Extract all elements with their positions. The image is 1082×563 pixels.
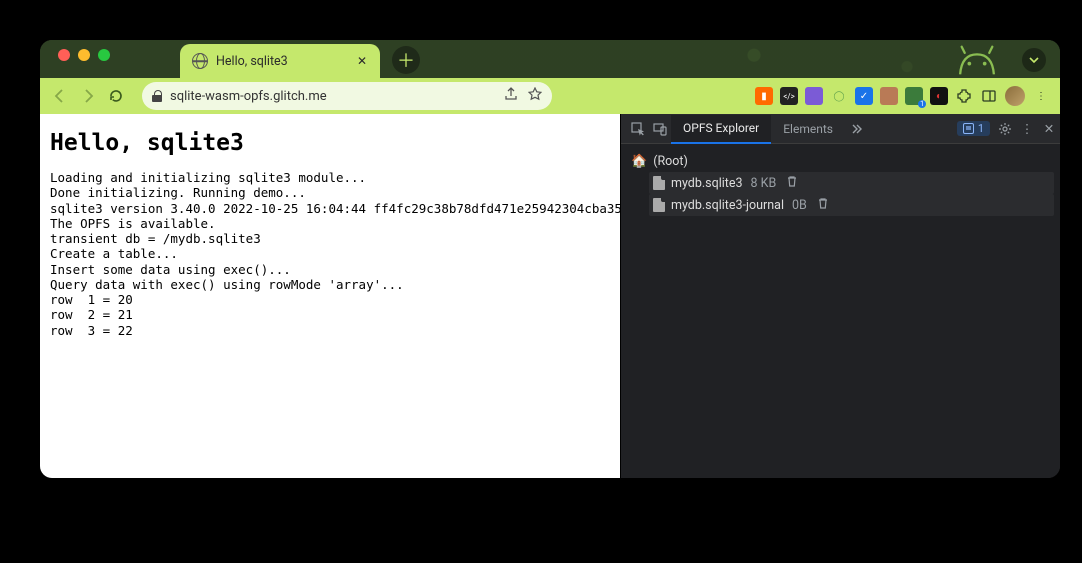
side-panel-icon[interactable] xyxy=(980,87,998,105)
delete-file-icon[interactable] xyxy=(817,197,829,213)
opfs-tree: 🏠 (Root) mydb.sqlite3 8 KB mydb.sqlite3-jo… xyxy=(621,144,1060,222)
console-line: Insert some data using exec()... xyxy=(50,262,610,277)
tree-root[interactable]: 🏠 (Root) xyxy=(627,150,1054,172)
file-icon xyxy=(653,198,665,212)
extension-icon[interactable] xyxy=(880,87,898,105)
extension-icon[interactable]: ▮ xyxy=(755,87,773,105)
close-devtools-icon[interactable]: ✕ xyxy=(1038,118,1060,140)
tab-close-button[interactable]: ✕ xyxy=(354,53,370,69)
maximize-window-button[interactable] xyxy=(98,49,110,61)
reload-button[interactable] xyxy=(106,86,126,106)
extension-icon[interactable]: ◯ xyxy=(830,87,848,105)
badge-count: 1 xyxy=(978,122,984,135)
tab-strip: Hello, sqlite3 ✕ ＋ xyxy=(40,40,1060,78)
kebab-menu-icon[interactable]: ⋮ xyxy=(1016,118,1038,140)
devtools-tab-elements[interactable]: Elements xyxy=(771,114,845,143)
console-line: Create a table... xyxy=(50,246,610,261)
content-row: Hello, sqlite3 Loading and initializing … xyxy=(40,114,1060,478)
browser-tab[interactable]: Hello, sqlite3 ✕ xyxy=(180,44,380,78)
more-tabs-icon[interactable] xyxy=(845,118,867,140)
profile-avatar[interactable] xyxy=(1005,86,1025,106)
file-size: 8 KB xyxy=(751,176,777,191)
console-line: row 3 = 22 xyxy=(50,323,610,338)
devtools-tab-label: Elements xyxy=(783,122,833,136)
console-line: transient db = /mydb.sqlite3 xyxy=(50,231,610,246)
tab-overflow-button[interactable] xyxy=(1022,48,1046,72)
minimize-window-button[interactable] xyxy=(78,49,90,61)
extensions-row: ▮ </> ◯ ✓ 1 ◐ ⋮ xyxy=(755,86,1050,106)
devtools-tab-opfs[interactable]: OPFS Explorer xyxy=(671,115,771,144)
kebab-menu-icon[interactable]: ⋮ xyxy=(1032,87,1050,105)
console-line: Done initializing. Running demo... xyxy=(50,185,610,200)
android-icon xyxy=(954,42,1000,76)
console-line: Query data with exec() using rowMode 'ar… xyxy=(50,277,610,292)
file-size: 0B xyxy=(792,198,807,213)
file-name: mydb.sqlite3 xyxy=(671,176,743,191)
address-bar[interactable]: sqlite-wasm-opfs.glitch.me xyxy=(142,82,552,110)
extension-icon[interactable] xyxy=(805,87,823,105)
devtools-tab-bar: OPFS Explorer Elements 1 ⋮ ✕ xyxy=(621,114,1060,144)
console-line: row 1 = 20 xyxy=(50,292,610,307)
toolbar: sqlite-wasm-opfs.glitch.me ▮ </> ◯ ✓ 1 ◐ xyxy=(40,78,1060,114)
console-line: row 2 = 21 xyxy=(50,307,610,322)
tree-file-row[interactable]: mydb.sqlite3 8 KB xyxy=(649,172,1054,194)
console-line: Loading and initializing sqlite3 module.… xyxy=(50,170,610,185)
file-icon xyxy=(653,176,665,190)
window-controls xyxy=(58,40,110,78)
globe-icon xyxy=(192,53,208,69)
devtools-tab-label: OPFS Explorer xyxy=(683,121,759,135)
extensions-menu-icon[interactable] xyxy=(955,87,973,105)
lock-icon xyxy=(152,90,162,102)
inspect-element-icon[interactable] xyxy=(627,118,649,140)
back-button[interactable] xyxy=(50,86,70,106)
forward-button[interactable] xyxy=(78,86,98,106)
extension-icon[interactable]: </> xyxy=(780,87,798,105)
page-content: Hello, sqlite3 Loading and initializing … xyxy=(40,114,620,478)
url-text: sqlite-wasm-opfs.glitch.me xyxy=(170,89,327,104)
extension-icon[interactable]: ✓ xyxy=(855,87,873,105)
device-toggle-icon[interactable] xyxy=(649,118,671,140)
page-heading: Hello, sqlite3 xyxy=(50,130,610,156)
close-window-button[interactable] xyxy=(58,49,70,61)
devtools-panel: OPFS Explorer Elements 1 ⋮ ✕ xyxy=(620,114,1060,478)
root-label: (Root) xyxy=(653,154,688,169)
console-issues-badge[interactable]: 1 xyxy=(957,121,990,136)
console-line: The OPFS is available. xyxy=(50,216,610,231)
omnibox-actions xyxy=(504,87,542,105)
delete-file-icon[interactable] xyxy=(786,175,798,191)
console-line: sqlite3 version 3.40.0 2022-10-25 16:04:… xyxy=(50,201,610,216)
extension-icon[interactable]: 1 xyxy=(905,87,923,105)
new-tab-button[interactable]: ＋ xyxy=(392,46,420,74)
share-icon[interactable] xyxy=(504,87,518,105)
bookmark-star-icon[interactable] xyxy=(528,87,542,105)
tree-file-row[interactable]: mydb.sqlite3-journal 0B xyxy=(649,194,1054,216)
tab-title: Hello, sqlite3 xyxy=(216,54,288,69)
browser-window: Hello, sqlite3 ✕ ＋ sqlite-wasm-opfs.glit… xyxy=(40,40,1060,478)
home-icon: 🏠 xyxy=(631,154,647,169)
extension-icon[interactable]: ◐ xyxy=(930,87,948,105)
settings-gear-icon[interactable] xyxy=(994,118,1016,140)
file-name: mydb.sqlite3-journal xyxy=(671,198,784,213)
